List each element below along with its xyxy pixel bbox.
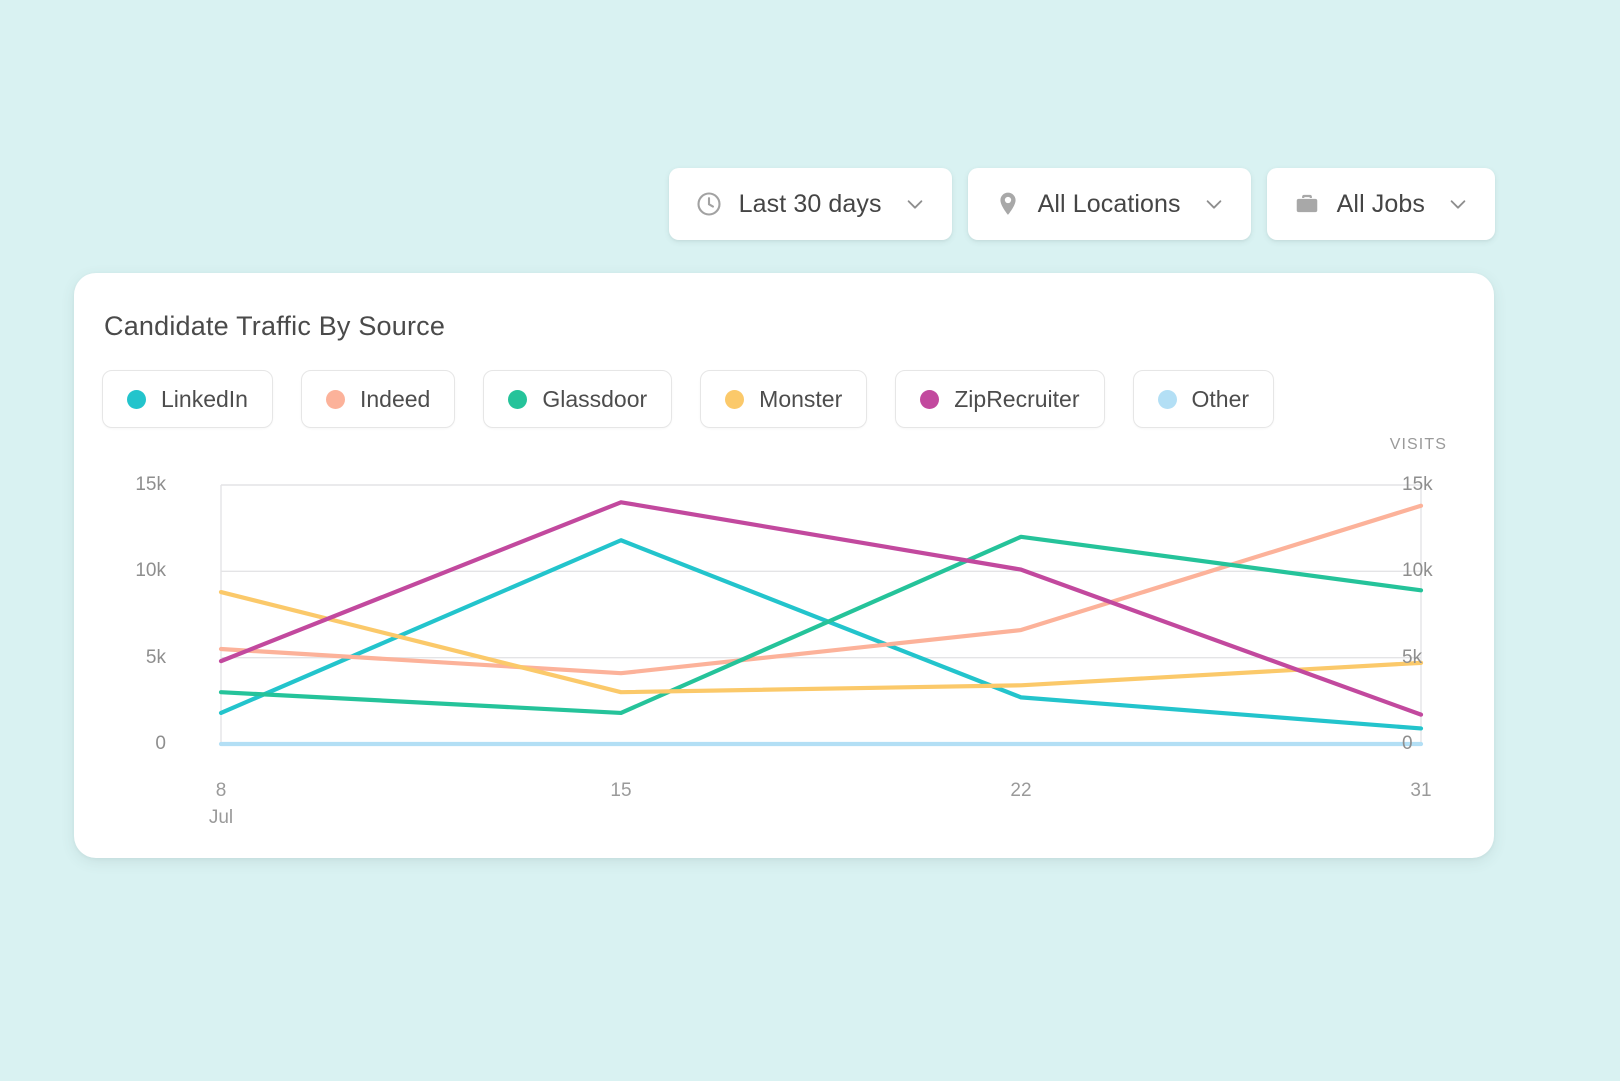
filter-jobs[interactable]: All Jobs (1266, 168, 1495, 240)
candidate-traffic-card: Candidate Traffic By Source LinkedIn Inde… (74, 273, 1494, 858)
x-axis-tick: 15 (610, 780, 632, 801)
chevron-down-icon[interactable] (904, 193, 926, 215)
y-axis-tick-right: 0 (1402, 733, 1413, 754)
x-axis-month-label: Jul (208, 807, 234, 828)
map-pin-icon (994, 190, 1022, 218)
y-axis-tick-left: 0 (155, 733, 166, 754)
y-axis-tick-right: 15k (1402, 474, 1433, 495)
dashboard-page: Last 30 days All Locations All Jobs Cand… (0, 0, 1620, 1081)
y-axis-tick-right: 5k (1402, 646, 1423, 668)
x-axis-tick: 8 (215, 780, 227, 801)
x-axis-tick: 31 (1410, 780, 1432, 801)
filter-locations[interactable]: All Locations (967, 168, 1251, 240)
chart-plot-area: VISITS 0 0 5k 5k 10k 10k 15k 15k 8 15 22 31 Jul (74, 273, 1494, 858)
y-axis-tick-left: 5k (145, 646, 166, 668)
line-chart (218, 484, 1424, 747)
filter-date-range-label: Last 30 days (738, 189, 882, 218)
briefcase-icon (1293, 190, 1321, 218)
filter-locations-label: All Locations (1037, 189, 1181, 218)
y-axis-tick-left: 15k (135, 474, 166, 495)
y-axis-tick-right: 10k (1402, 560, 1433, 582)
y-axis-tick-left: 10k (135, 560, 166, 582)
series-line-ziprecruiter (218, 500, 1424, 717)
chevron-down-icon[interactable] (1447, 193, 1469, 215)
series-line-monster (218, 589, 1424, 695)
x-axis-tick: 22 (1010, 780, 1032, 801)
filter-jobs-label: All Jobs (1336, 189, 1425, 218)
filter-date-range[interactable]: Last 30 days (668, 168, 952, 240)
filter-bar: Last 30 days All Locations All Jobs (0, 168, 1620, 240)
chevron-down-icon[interactable] (1203, 193, 1225, 215)
clock-icon (695, 190, 723, 218)
